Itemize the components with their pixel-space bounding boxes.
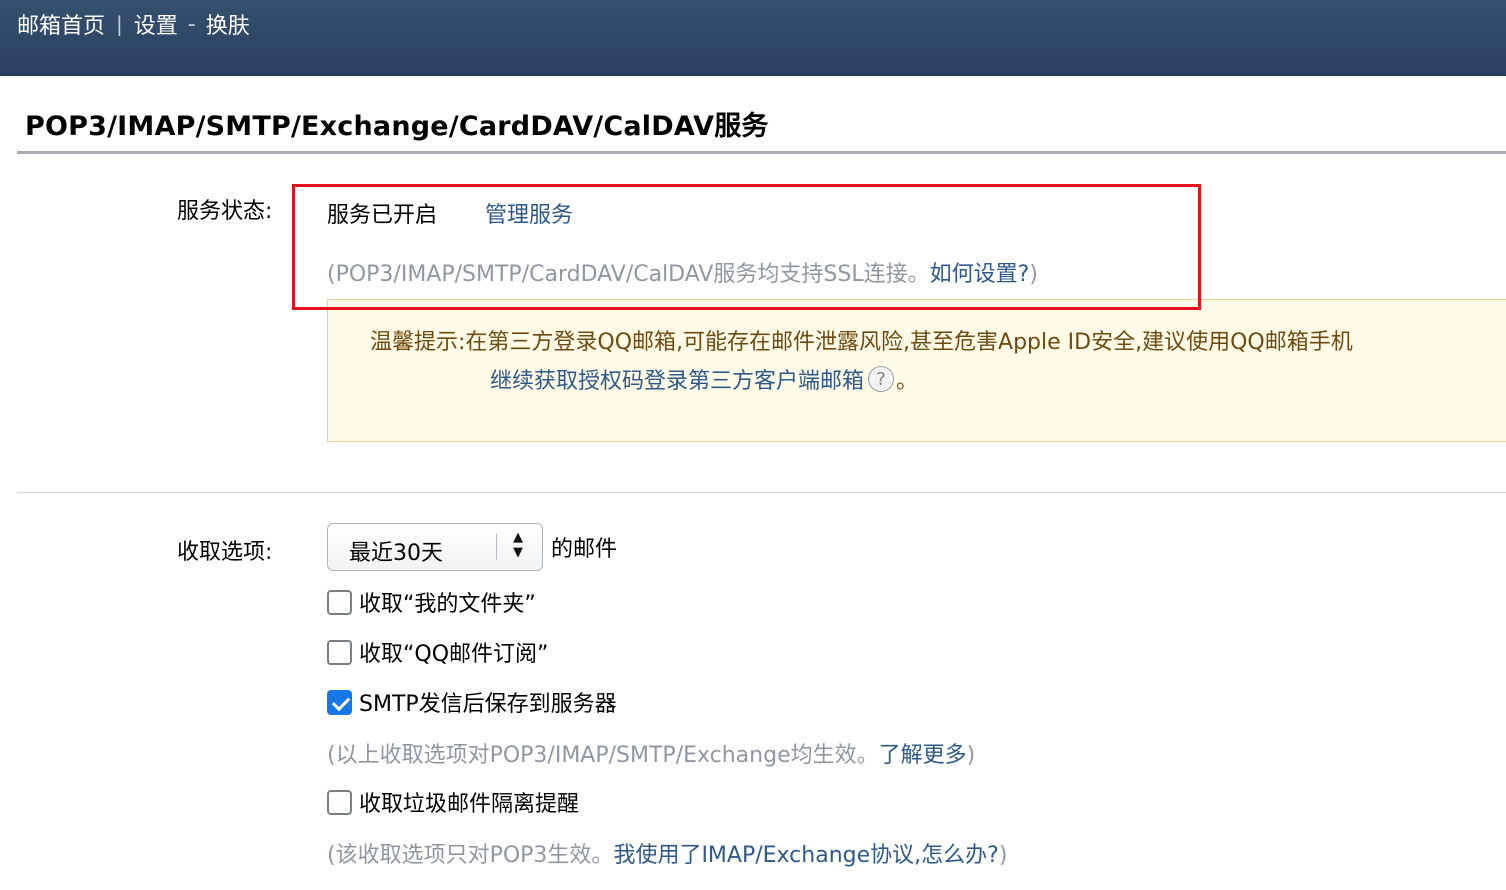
my-folders-checkbox[interactable] — [327, 589, 352, 615]
option-smtp-save[interactable]: SMTP发信后保存到服务器 — [327, 686, 617, 718]
option-label: 收取“QQ邮件订阅” — [359, 642, 549, 667]
warm-tip-text: 温馨提示:在第三方登录QQ邮箱,可能存在邮件泄露风险,甚至危害Apple ID安… — [370, 330, 1353, 355]
settings-link[interactable]: 设置 — [134, 8, 178, 40]
note-suffix: ) — [998, 843, 1008, 868]
settings-content: POP3/IMAP/SMTP/Exchange/CardDAV/CalDAV服务… — [0, 76, 1506, 890]
smtp-save-checkbox[interactable] — [327, 689, 352, 715]
select-value: 最近30天 — [349, 541, 443, 566]
note-prefix: (以上收取选项对POP3/IMAP/SMTP/Exchange均生效。 — [327, 743, 879, 768]
help-question-icon[interactable]: ? — [868, 366, 895, 392]
title-divider — [17, 151, 1506, 154]
receive-options-label: 收取选项: — [177, 540, 273, 565]
option-label: SMTP发信后保存到服务器 — [359, 692, 617, 717]
highlight-annotation-box — [292, 184, 1201, 310]
breadcrumb-separator: | — [116, 12, 123, 36]
receive-options-note: (以上收取选项对POP3/IMAP/SMTP/Exchange均生效。了解更多) — [327, 737, 975, 769]
pop3-only-note: (该收取选项只对POP3生效。我使用了IMAP/Exchange协议,怎么办?) — [327, 837, 1007, 869]
get-authorization-code-link[interactable]: 继续获取授权码登录第三方客户端邮箱 — [490, 363, 864, 395]
section-divider — [17, 492, 1506, 493]
option-my-folders[interactable]: 收取“我的文件夹” — [327, 586, 536, 618]
option-label: 收取“我的文件夹” — [359, 592, 536, 617]
select-suffix-text: 的邮件 — [551, 537, 618, 562]
mailbox-home-link[interactable]: 邮箱首页 — [17, 8, 105, 40]
warm-tip-second-line: 继续获取授权码登录第三方客户端邮箱 ? 。 — [490, 363, 918, 395]
note-prefix: (该收取选项只对POP3生效。 — [327, 843, 614, 868]
select-updown-icon: ▲ ▼ — [513, 530, 523, 560]
top-navigation-bar: 邮箱首页 | 设置 - 换肤 — [0, 0, 1506, 76]
imap-exchange-help-link[interactable]: 我使用了IMAP/Exchange协议,怎么办? — [613, 843, 998, 868]
spam-reminder-checkbox[interactable] — [327, 789, 352, 815]
option-qq-subscription[interactable]: 收取“QQ邮件订阅” — [327, 636, 548, 668]
section-title: POP3/IMAP/SMTP/Exchange/CardDAV/CalDAV服务 — [25, 111, 769, 142]
service-status-label: 服务状态: — [177, 199, 273, 224]
receive-period-select[interactable]: 最近30天 ▲ ▼ — [327, 523, 543, 571]
option-spam-reminder[interactable]: 收取垃圾邮件隔离提醒 — [327, 786, 579, 818]
learn-more-link[interactable]: 了解更多 — [879, 743, 967, 768]
warm-tip-box: 温馨提示:在第三方登录QQ邮箱,可能存在邮件泄露风险,甚至危害Apple ID安… — [327, 299, 1506, 442]
tip-period: 。 — [896, 369, 919, 394]
select-divider — [496, 534, 497, 560]
current-page-label: 换肤 — [205, 14, 250, 39]
note-suffix: ) — [966, 743, 976, 768]
option-label: 收取垃圾邮件隔离提醒 — [359, 792, 580, 817]
qq-subscription-checkbox[interactable] — [327, 639, 352, 665]
breadcrumb-dash: - — [187, 11, 196, 37]
breadcrumb: 邮箱首页 | 设置 - 换肤 — [17, 8, 250, 40]
